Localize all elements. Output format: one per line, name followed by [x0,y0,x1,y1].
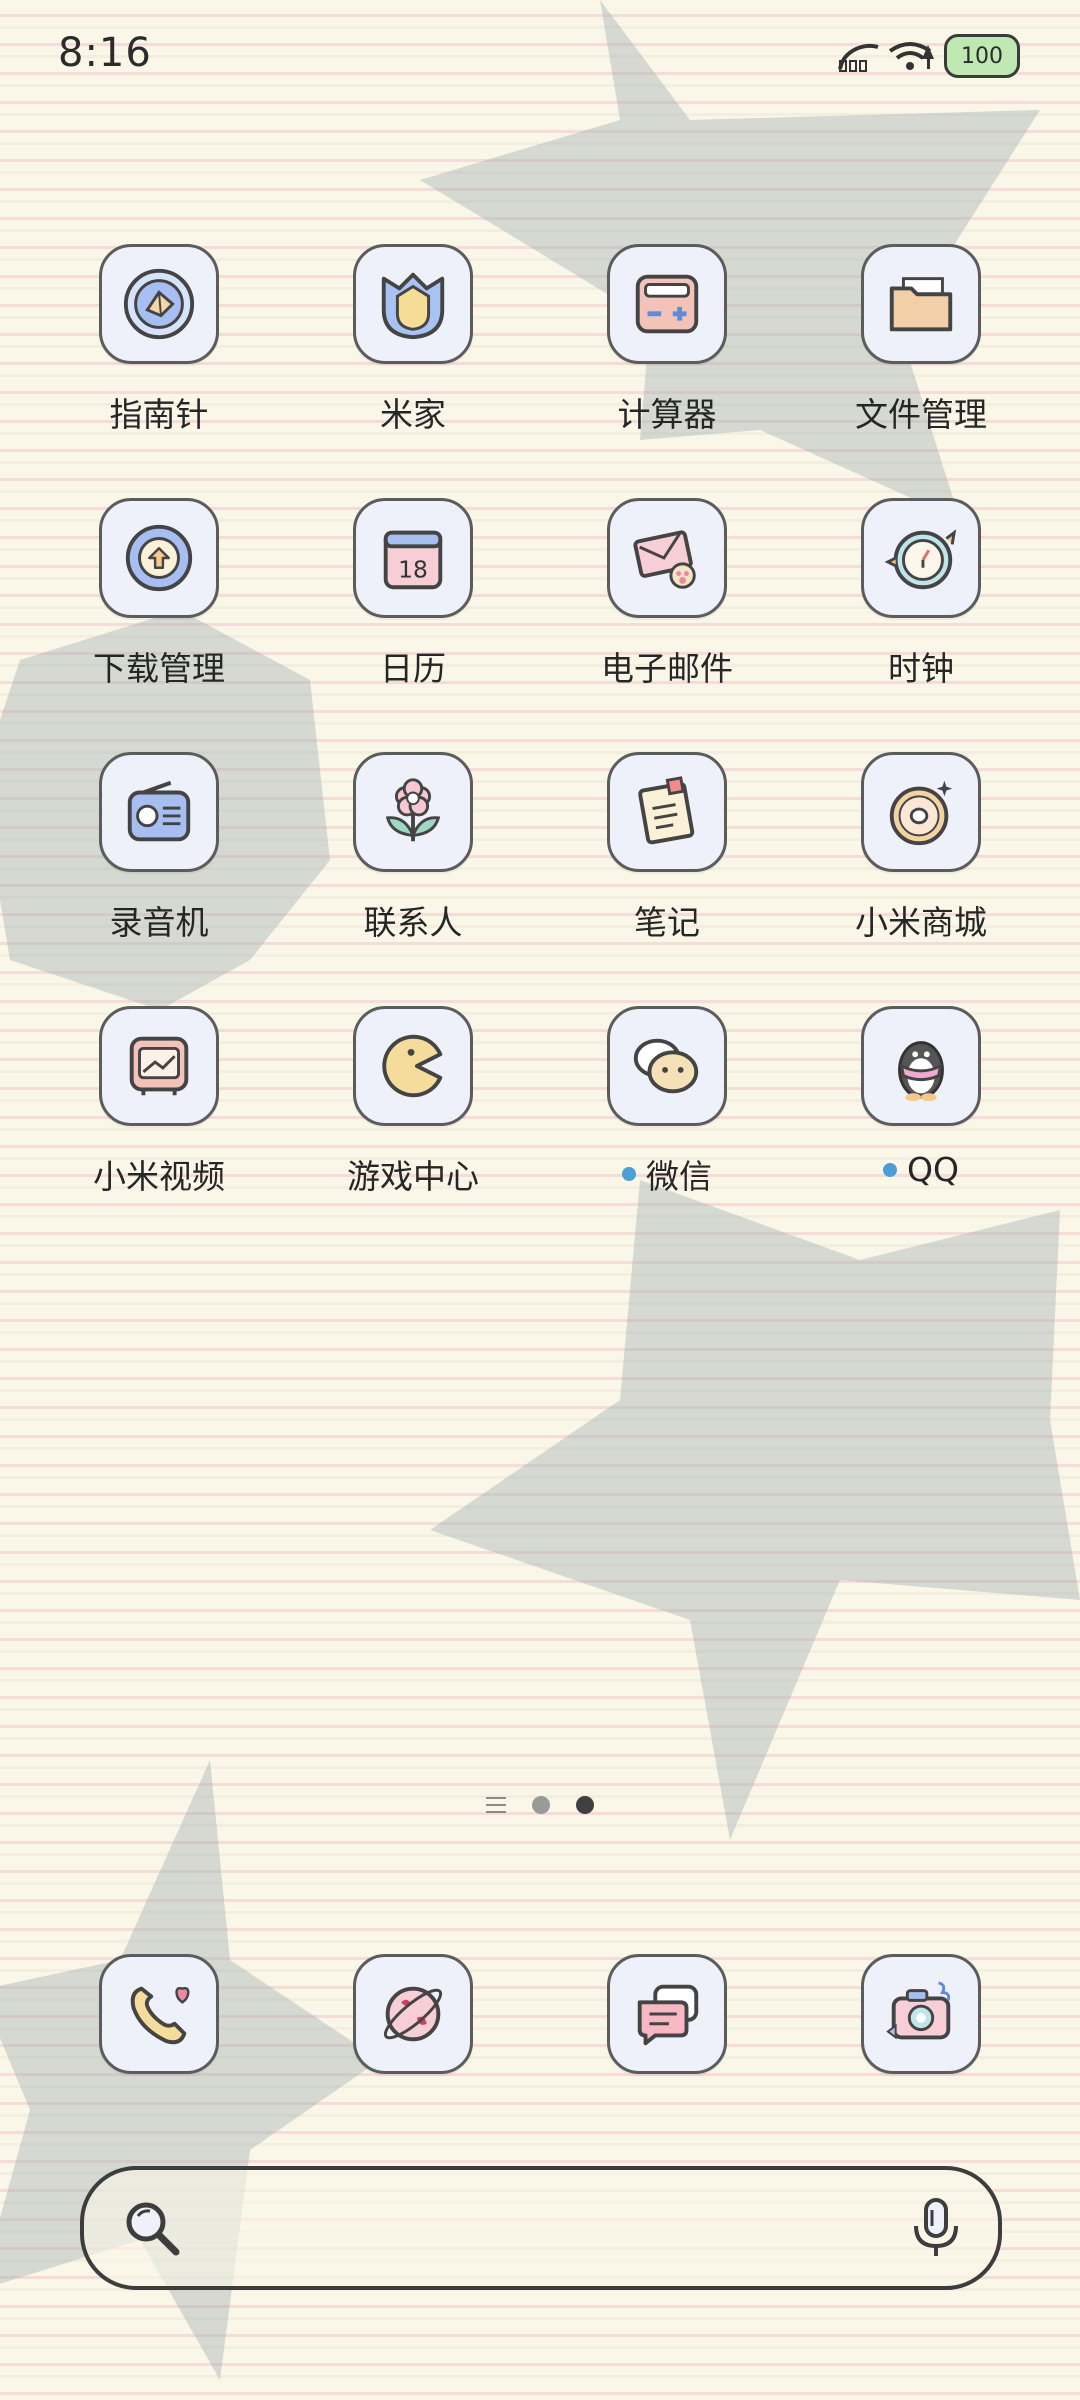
app-wechat[interactable]: 微信 [542,1006,792,1206]
app-label: 联系人 [363,903,463,942]
app-label: 文件管理 [855,395,987,434]
app-notes[interactable]: 笔记 [542,752,792,952]
camera-icon [886,1981,951,2040]
page-indicator-dot-active[interactable] [576,1796,594,1814]
status-time: 8:16 [58,30,152,76]
app-label: QQ [883,1150,959,1189]
battery-indicator: 100 [944,34,1020,78]
signal-icon [838,43,879,72]
dock-phone[interactable] [34,1954,284,2074]
calendar-day: 18 [398,556,428,584]
app-mi-video[interactable]: 小米视频 [34,1006,284,1206]
radio-icon [127,780,191,842]
dock-browser[interactable] [288,1954,538,2074]
app-recorder[interactable]: 录音机 [34,752,284,952]
app-label: 日历 [380,649,446,688]
app-label: 米家 [380,395,446,434]
phone-icon [130,1986,190,2045]
app-downloads[interactable]: 下载管理 [34,498,284,698]
app-clock[interactable]: 时钟 [796,498,1046,698]
app-label: 游戏中心 [347,1157,479,1196]
app-mi-store[interactable]: 小米商城 [796,752,1046,952]
penguin-icon [898,1041,944,1102]
app-mijia[interactable]: 米家 [288,244,538,444]
dock-camera[interactable] [796,1954,1046,2074]
calendar-icon: 18 [383,530,443,590]
app-compass[interactable]: 指南针 [34,244,284,444]
app-file-manager[interactable]: 文件管理 [796,244,1046,444]
app-calendar[interactable]: 18 日历 [288,498,538,698]
app-label: 微信 [622,1150,712,1198]
donut-icon [889,780,953,846]
flower-icon [385,778,441,842]
app-label: 时钟 [888,649,954,688]
app-label: 电子邮件 [601,649,733,688]
app-label: 录音机 [109,903,209,942]
mijia-icon [381,272,445,340]
app-label: 指南针 [109,395,209,434]
pacman-icon [382,1034,443,1098]
note-icon [638,776,695,845]
download-icon [125,524,193,592]
app-label: 笔记 [634,903,700,942]
folder-icon [889,277,953,332]
app-calculator[interactable]: 计算器 [542,244,792,444]
wifi-icon [888,42,934,70]
calculator-icon [635,274,699,334]
compass-icon [123,268,195,340]
search-icon[interactable] [122,2198,182,2258]
page-indicator-dot[interactable] [532,1796,550,1814]
app-label: 下载管理 [93,649,225,688]
new-indicator-dot [883,1162,898,1177]
app-contacts[interactable]: 联系人 [288,752,538,952]
mail-icon [633,530,696,589]
messages-icon [637,1984,699,2046]
browser-planet-icon [383,1986,443,2042]
app-label: 小米商城 [855,903,987,942]
app-game-center[interactable]: 游戏中心 [288,1006,538,1206]
chat-bubble-icon [633,1038,699,1094]
clock-icon [884,529,957,590]
page-indicator-feed[interactable] [486,1797,506,1813]
dock-messages[interactable] [542,1954,792,2074]
status-icons: 100 [836,32,1020,80]
tv-icon [129,1036,189,1096]
new-indicator-dot [622,1167,636,1181]
microphone-icon[interactable] [906,2196,966,2260]
page-indicator[interactable] [0,1796,1080,1814]
search-bar[interactable] [80,2166,1002,2290]
app-qq[interactable]: QQ [796,1006,1046,1206]
app-email[interactable]: 电子邮件 [542,498,792,698]
app-label: 计算器 [617,395,717,434]
app-label: 小米视频 [93,1157,225,1196]
